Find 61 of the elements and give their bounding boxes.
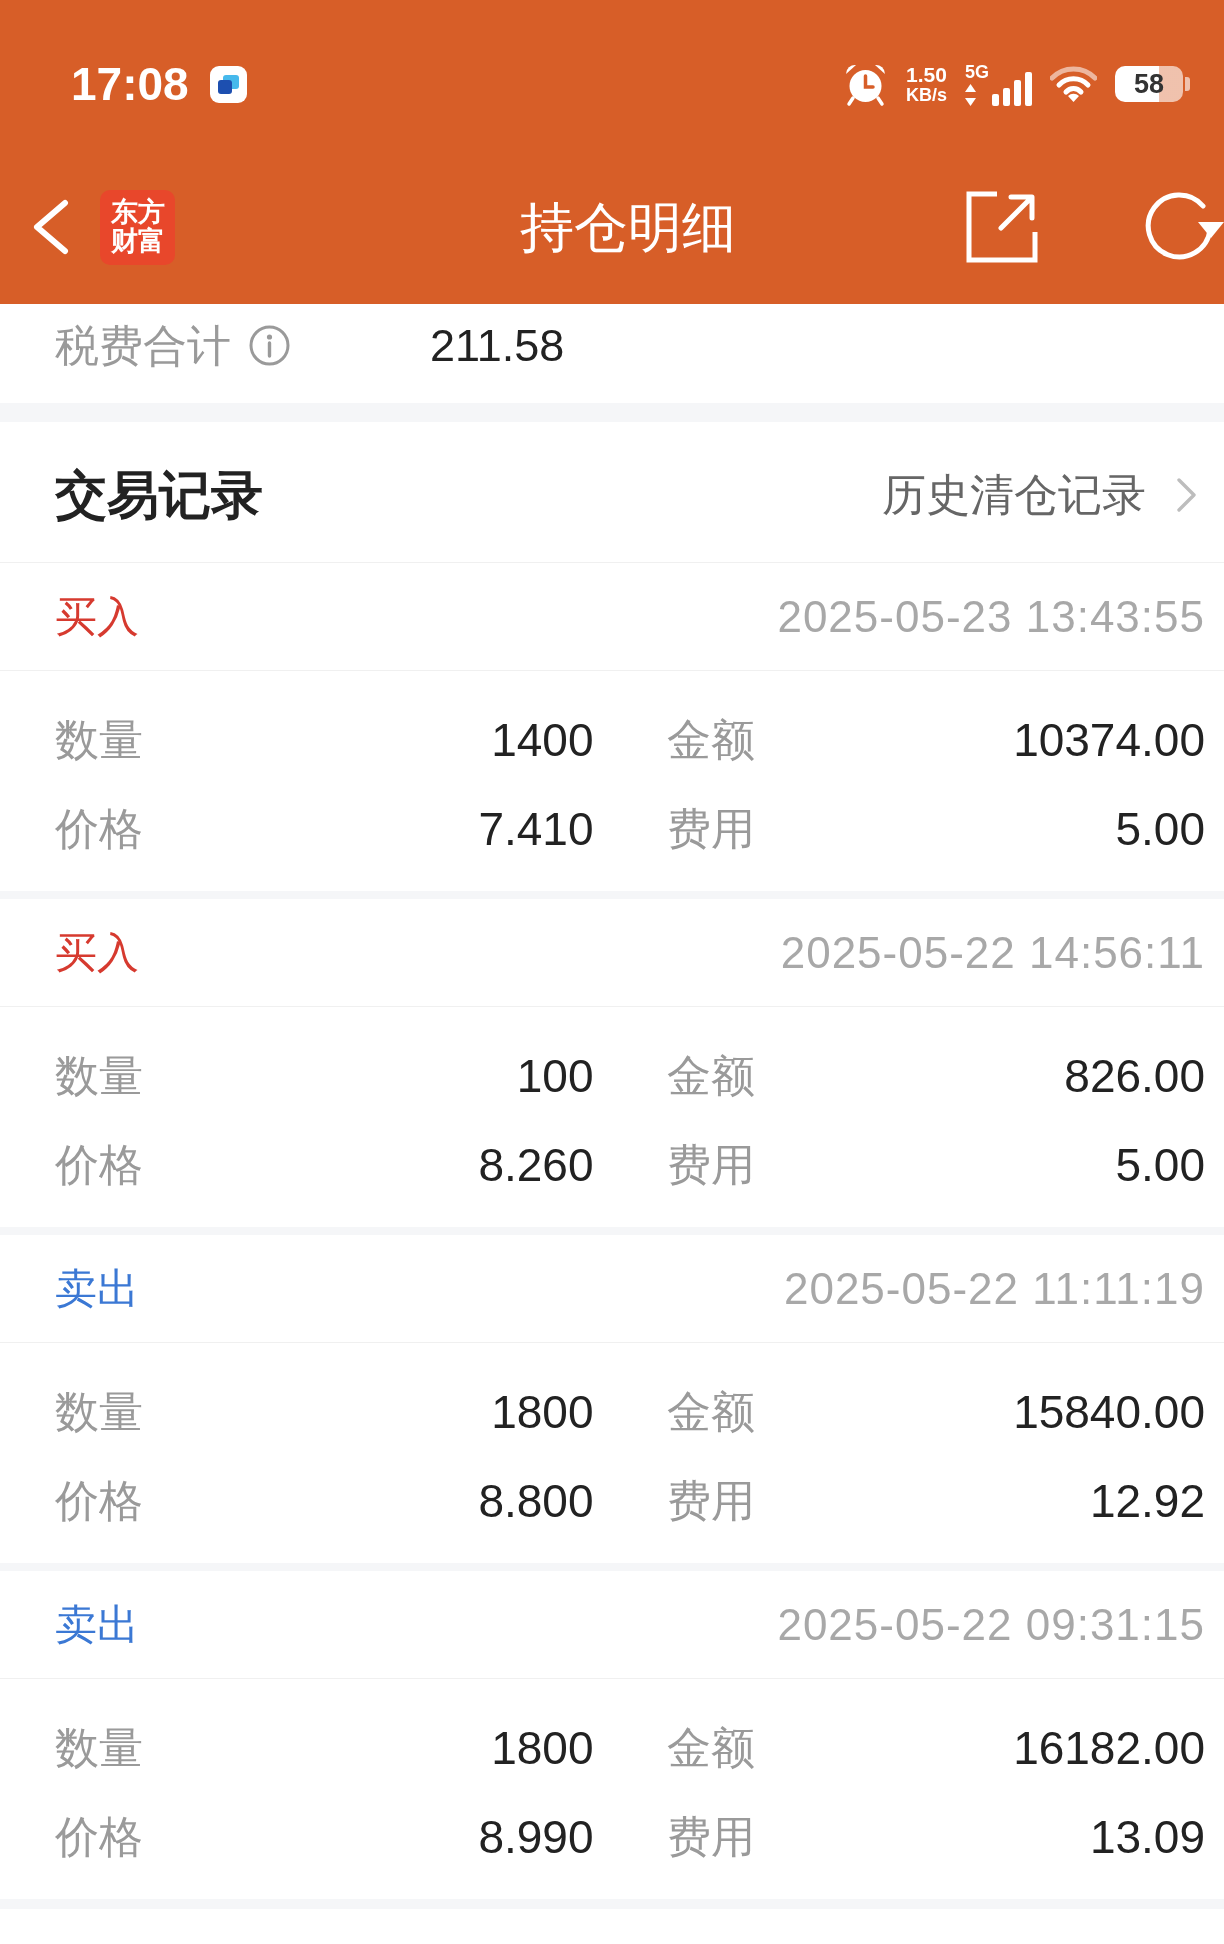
field-value: 8.990 [478, 1813, 594, 1860]
trade-time: 2025-05-22 11:11:19 [783, 1266, 1205, 1311]
field-value: 15840.00 [1013, 1388, 1205, 1435]
status-time: 17:08 [71, 61, 189, 107]
field-value: 1400 [491, 716, 594, 763]
field-value: 8.260 [478, 1141, 594, 1188]
data-arrows-icon [965, 83, 976, 106]
field-label: 金额 [666, 1053, 755, 1098]
field-value: 5.00 [1115, 805, 1205, 852]
field-value: 13.09 [1089, 1813, 1205, 1860]
app-logo: 东方 财富 [100, 189, 175, 265]
field-label: 价格 [55, 1478, 143, 1523]
network-speed-unit: KB/s [905, 85, 947, 105]
share-button[interactable] [965, 190, 1039, 264]
notification-app-icon [209, 65, 247, 103]
field-label: 数量 [55, 717, 143, 762]
network-type: 5G [965, 62, 989, 81]
back-button[interactable] [31, 199, 69, 255]
back-chevron-icon [31, 199, 69, 255]
trade-time: 2025-05-22 14:56:11 [780, 930, 1205, 975]
wifi-icon [1050, 66, 1097, 102]
field-label: 费用 [666, 1814, 755, 1859]
chevron-right-icon [1176, 477, 1197, 513]
trade-side: 买入 [55, 595, 139, 638]
field-label: 费用 [666, 1142, 755, 1187]
field-label: 费用 [666, 806, 755, 851]
field-label: 金额 [666, 1725, 755, 1770]
signal-icon [992, 71, 1032, 106]
field-value: 8.800 [478, 1477, 594, 1524]
history-link[interactable]: 历史清仓记录 [882, 473, 1197, 517]
info-icon[interactable] [249, 325, 290, 366]
section-title: 交易记录 [55, 469, 263, 521]
field-value: 10374.00 [1013, 716, 1205, 763]
field-label: 金额 [666, 1389, 755, 1434]
field-value: 1800 [491, 1724, 594, 1771]
page-title: 持仓明细 [519, 200, 736, 254]
field-value: 12.92 [1089, 1477, 1205, 1524]
network-speed-value: 1.50 [906, 63, 947, 86]
tax-total-label: 税费合计 [55, 323, 231, 368]
field-label: 价格 [55, 1814, 143, 1859]
trade-side: 买入 [55, 931, 139, 974]
tax-total-value: 211.58 [430, 323, 565, 368]
field-label: 数量 [55, 1389, 143, 1434]
field-label: 费用 [666, 1478, 755, 1523]
trade-time: 2025-05-22 09:31:15 [777, 1602, 1205, 1647]
field-label: 数量 [55, 1053, 143, 1098]
battery-percentage: 58 [1133, 70, 1164, 98]
field-label: 数量 [55, 1725, 143, 1770]
field-label: 价格 [55, 1142, 143, 1187]
field-value: 5.00 [1115, 1141, 1205, 1188]
trade-side: 卖出 [55, 1603, 139, 1646]
share-icon [965, 190, 1039, 264]
field-value: 826.00 [1064, 1052, 1205, 1099]
field-value: 1800 [491, 1388, 594, 1435]
field-value: 7.410 [478, 805, 594, 852]
field-label: 价格 [55, 806, 143, 851]
trade-side: 卖出 [55, 1267, 139, 1310]
field-value: 16182.00 [1013, 1724, 1205, 1771]
field-value: 100 [516, 1052, 594, 1099]
trade-time: 2025-05-23 13:43:55 [777, 594, 1205, 639]
field-label: 金额 [666, 717, 755, 762]
